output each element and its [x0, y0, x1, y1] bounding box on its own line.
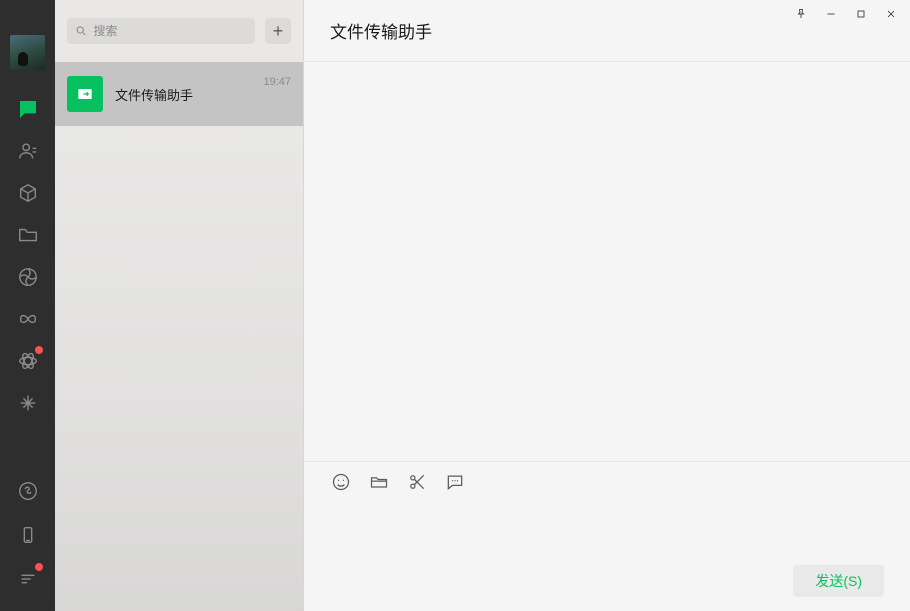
chat-history-button[interactable] [444, 471, 466, 493]
maximize-icon [855, 8, 867, 20]
input-toolbar [304, 462, 910, 502]
nav-contacts[interactable] [0, 130, 55, 172]
conversation-panel: + 文件传输助手 19:47 [55, 0, 304, 611]
nav-channels[interactable] [0, 298, 55, 340]
chat-messages-area[interactable] [304, 62, 910, 461]
screenshot-button[interactable] [406, 471, 428, 493]
miniprogram-icon [17, 480, 39, 502]
nav-phone[interactable] [0, 513, 55, 557]
notification-dot [35, 346, 43, 354]
chat-bubble-icon [17, 98, 39, 120]
nav-chat[interactable] [0, 88, 55, 130]
nav-discover[interactable] [0, 340, 55, 382]
folder-icon [17, 224, 39, 246]
nav-moments[interactable] [0, 256, 55, 298]
conversation-list-empty-area [55, 126, 303, 611]
emoji-button[interactable] [330, 471, 352, 493]
nav-topstories[interactable] [0, 382, 55, 424]
send-row: 发送(S) [304, 563, 910, 611]
nav-bottom-group [0, 469, 55, 601]
file-transfer-icon [75, 84, 95, 104]
notification-dot [35, 563, 43, 571]
folder-open-icon [369, 472, 389, 492]
maximize-button[interactable] [846, 2, 876, 26]
message-input-wrap [304, 502, 910, 563]
search-row: + [55, 0, 303, 62]
close-icon [885, 8, 897, 20]
app-nav [0, 0, 55, 611]
new-chat-button[interactable]: + [265, 18, 291, 44]
conversation-item[interactable]: 文件传输助手 19:47 [55, 62, 303, 126]
search-box[interactable] [67, 18, 255, 44]
butterfly-icon [17, 308, 39, 330]
chat-panel: 文件传输助手 [304, 0, 910, 611]
close-button[interactable] [876, 2, 906, 26]
window-controls [786, 2, 906, 26]
plus-icon: + [273, 22, 284, 40]
menu-icon [17, 568, 39, 590]
emoji-icon [331, 472, 351, 492]
aperture-icon [17, 266, 39, 288]
chat-title: 文件传输助手 [330, 18, 432, 43]
phone-icon [17, 524, 39, 546]
chat-input-area: 发送(S) [304, 461, 910, 611]
conversation-time: 19:47 [263, 76, 291, 88]
chat-header: 文件传输助手 [304, 0, 910, 62]
nav-files[interactable] [0, 214, 55, 256]
scissors-icon [407, 472, 427, 492]
pin-button[interactable] [786, 2, 816, 26]
nav-menu[interactable] [0, 557, 55, 601]
chat-history-icon [445, 472, 465, 492]
conversation-title: 文件传输助手 [115, 85, 193, 104]
avatar[interactable] [10, 35, 45, 70]
nav-miniprogram[interactable] [0, 469, 55, 513]
minimize-icon [825, 8, 837, 20]
send-file-button[interactable] [368, 471, 390, 493]
nav-collection[interactable] [0, 172, 55, 214]
contacts-icon [17, 140, 39, 162]
conversation-avatar [67, 76, 103, 112]
search-icon [75, 24, 88, 38]
pin-icon [795, 8, 807, 20]
search-input[interactable] [94, 24, 248, 38]
send-button[interactable]: 发送(S) [793, 565, 884, 597]
message-input[interactable] [330, 502, 884, 563]
cube-icon [17, 182, 39, 204]
atom-icon [17, 350, 39, 372]
sparkle-icon [17, 392, 39, 414]
minimize-button[interactable] [816, 2, 846, 26]
